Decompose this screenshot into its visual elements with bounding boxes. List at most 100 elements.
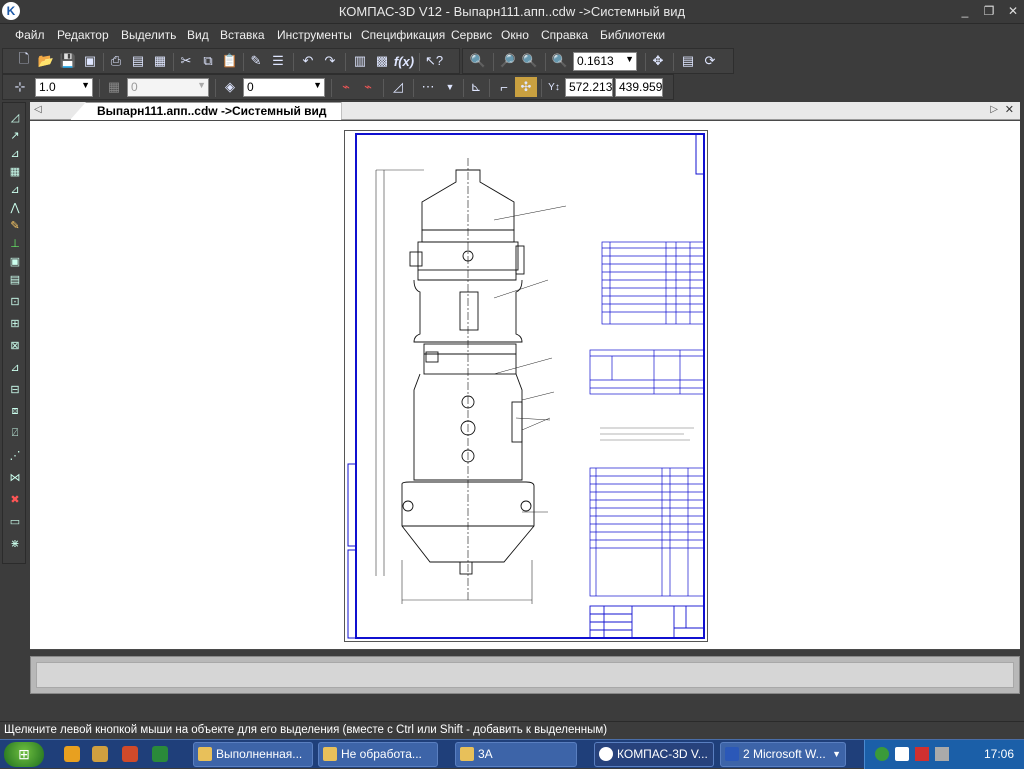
menu-libraries[interactable]: Библиотеки [600, 28, 665, 42]
zoom-combo[interactable]: 0.1613 ▼ [573, 52, 637, 71]
menu-service[interactable]: Сервис [451, 28, 492, 42]
local-snap-icon[interactable]: ⌁ [357, 77, 379, 97]
parametrization-icon[interactable]: ⊿ [5, 181, 25, 197]
associative-views-icon[interactable]: ⊥ [5, 235, 25, 251]
split-icon[interactable]: ⍁ [5, 425, 25, 441]
menu-help[interactable]: Справка [541, 28, 588, 42]
taskbar-item-1[interactable]: Не обработа... [318, 742, 438, 767]
cut-icon[interactable]: ✂ [175, 51, 197, 71]
movie-maker-icon[interactable] [152, 746, 168, 762]
special-save-icon[interactable]: ▣ [79, 51, 101, 71]
zoom-scale-icon[interactable]: 🔍 [549, 51, 571, 71]
properties-icon[interactable]: ☰ [267, 51, 289, 71]
reports-icon[interactable]: ▤ [5, 271, 25, 287]
taskbar-item-2[interactable]: 3А [455, 742, 577, 767]
redo-icon[interactable]: ↷ [319, 51, 341, 71]
copy-properties-icon[interactable]: ✎ [245, 51, 267, 71]
start-button[interactable]: ⊞ [4, 742, 44, 767]
edit-icon[interactable]: ▦ [5, 163, 25, 179]
tray-clock[interactable]: 17:06 [984, 747, 1014, 761]
copy-icon[interactable]: ⧉ [197, 51, 219, 71]
tray-language-icon[interactable] [915, 747, 929, 761]
taskbar-item-3[interactable]: КОМПАС-3D V... [594, 742, 714, 767]
menu-editor[interactable]: Редактор [57, 28, 109, 42]
taskbar-item-4[interactable]: 2 Microsoft W... ▼ [720, 742, 846, 767]
help-pointer-icon[interactable]: ↖? [423, 51, 445, 71]
ortho-icon[interactable]: ⌐ [493, 77, 515, 97]
tab-close-icon[interactable]: ✕ [1005, 103, 1014, 116]
local-cs-icon[interactable]: ⊾ [465, 77, 487, 97]
print-icon[interactable]: ⎙ [105, 51, 127, 71]
spec-icon[interactable]: ▣ [5, 253, 25, 269]
round-icon[interactable]: ✣ [515, 77, 537, 97]
group-icon[interactable]: ▭ [5, 513, 25, 529]
undo-icon[interactable]: ↶ [297, 51, 319, 71]
snap-point-icon[interactable]: ⊹ [9, 77, 31, 97]
geometry-icon[interactable]: ◿ [5, 109, 25, 125]
tab-scroll-right-icon[interactable]: ▷ [990, 104, 998, 115]
ungroup-icon[interactable]: ⋇ [5, 535, 25, 551]
function-icon[interactable]: f(x) [393, 51, 415, 71]
save-icon[interactable]: 💾 [57, 51, 79, 71]
snap-magnet-icon[interactable]: ⌁ [335, 77, 357, 97]
zoom-in-icon[interactable]: 🔎 [497, 51, 519, 71]
delete-icon[interactable]: ✖ [5, 491, 25, 507]
grid-icon[interactable]: ⋯ [417, 77, 439, 97]
menu-window[interactable]: Окно [501, 28, 529, 42]
open-file-icon[interactable]: 📂 [35, 51, 57, 71]
menu-tools[interactable]: Инструменты [277, 28, 352, 42]
drawing-canvas[interactable] [30, 121, 1020, 649]
menu-view[interactable]: Вид [187, 28, 209, 42]
tray-network-icon[interactable] [875, 747, 889, 761]
disabled-combo: 0 ▼ [127, 78, 209, 97]
title-bar: K КОМПАС-3D V12 - Выпарн111.апп..cdw ->С… [0, 0, 1024, 24]
restore-icon[interactable]: ❐ [982, 4, 996, 18]
break-icon[interactable]: ⋰ [5, 447, 25, 463]
taskbar-item-0[interactable]: Выполненная... [193, 742, 313, 767]
media-player-icon[interactable] [64, 746, 80, 762]
select-icon[interactable]: ✎ [5, 217, 25, 233]
layer-combo[interactable]: 0 ▼ [243, 78, 325, 97]
menu-insert[interactable]: Вставка [220, 28, 265, 42]
print-settings-icon[interactable]: ▦ [149, 51, 171, 71]
tab-scroll-left-icon[interactable]: ◁ [34, 104, 42, 115]
copy-along-icon[interactable]: ⊟ [5, 381, 25, 397]
zoom-out-icon[interactable]: 🔍 [519, 51, 541, 71]
layers-icon[interactable]: ◈ [219, 77, 241, 97]
music-icon[interactable] [122, 746, 138, 762]
state-icon[interactable]: ▦ [103, 77, 125, 97]
minimize-icon[interactable]: _ [958, 4, 972, 18]
grid-dropdown-icon[interactable]: ▼ [439, 77, 461, 97]
zoom-window-icon[interactable]: 🔍 [467, 51, 489, 71]
line-width-combo[interactable]: 1.0 ▼ [35, 78, 93, 97]
coord-x-field[interactable]: 572.213 [565, 78, 613, 97]
measure-icon[interactable]: ⋀ [5, 199, 25, 215]
parametric-icon[interactable]: ◿ [387, 77, 409, 97]
menu-specification[interactable]: Спецификация [361, 28, 445, 42]
document-tab[interactable]: Выпарн111.апп..cdw ->Системный вид [70, 102, 342, 120]
new-file-icon[interactable]: 🗋 [13, 51, 35, 71]
dimensions-icon[interactable]: ↗ [5, 127, 25, 143]
tray-sound-icon[interactable] [935, 747, 949, 761]
paste-icon[interactable]: 📋 [219, 51, 241, 71]
regenerate-icon[interactable]: ⟳ [699, 51, 721, 71]
menu-file[interactable]: Файл [15, 28, 45, 42]
manager-icon[interactable]: ▥ [349, 51, 371, 71]
deform-icon[interactable]: ⧈ [5, 403, 25, 419]
transform-icon[interactable]: ⊞ [5, 315, 25, 331]
menu-bar: Файл Редактор Выделить Вид Вставка Инстр… [0, 24, 1024, 46]
close-icon[interactable]: ✕ [1006, 4, 1020, 18]
variables-icon[interactable]: ▩ [371, 51, 393, 71]
notation-icon[interactable]: ⊿ [5, 145, 25, 161]
menu-select[interactable]: Выделить [121, 28, 176, 42]
insert-fragment-icon[interactable]: ⊡ [5, 293, 25, 309]
winamp-icon[interactable] [92, 746, 108, 762]
scale-icon[interactable]: ⊠ [5, 337, 25, 353]
trim-icon[interactable]: ⋈ [5, 469, 25, 485]
print-preview-icon[interactable]: ▤ [127, 51, 149, 71]
tray-app-icon[interactable] [895, 747, 909, 761]
refresh-icon[interactable]: ▤ [677, 51, 699, 71]
coord-y-field[interactable]: 439.959 [615, 78, 663, 97]
pan-icon[interactable]: ✥ [647, 51, 669, 71]
symmetry-icon[interactable]: ⊿ [5, 359, 25, 375]
